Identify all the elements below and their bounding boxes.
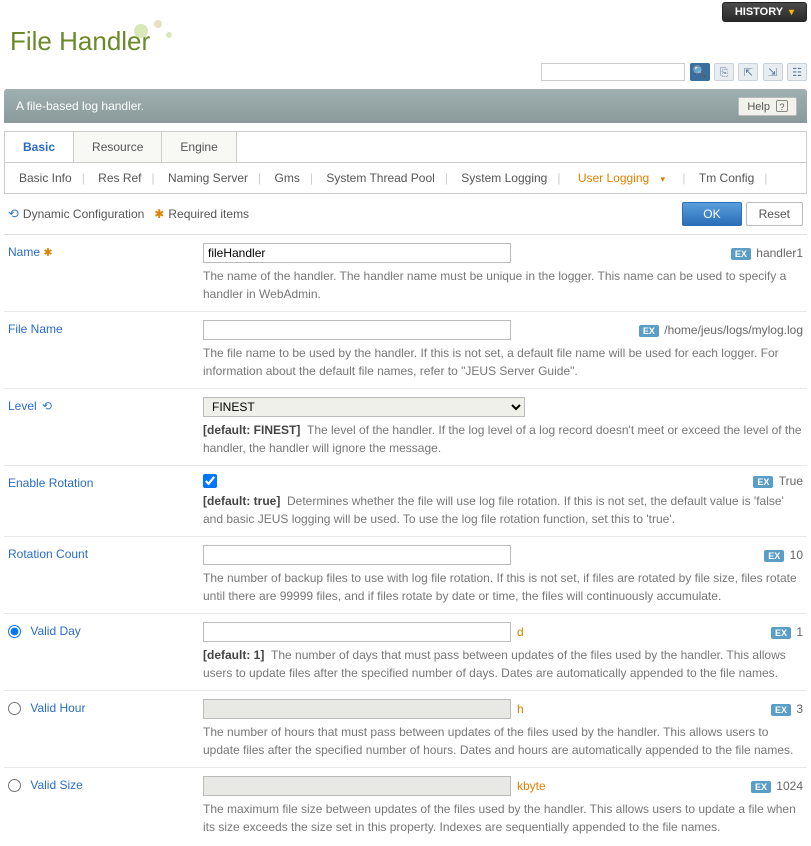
valid-size-radio[interactable]	[8, 779, 21, 792]
example-rotation-count: 10	[790, 548, 803, 562]
refresh-icon[interactable]: ⟲	[42, 399, 52, 413]
example-badge: EX	[639, 325, 659, 337]
tab-resource[interactable]: Resource	[74, 132, 162, 162]
file-name-input[interactable]	[203, 320, 511, 340]
level-select[interactable]: FINEST	[203, 397, 525, 417]
example-valid-size: 1024	[776, 779, 803, 793]
valid-hour-radio[interactable]	[8, 702, 21, 715]
required-star-icon: ✱	[43, 247, 52, 259]
desc-valid-day: [default: 1] The number of days that mus…	[203, 646, 803, 682]
example-badge: EX	[771, 627, 791, 639]
history-button[interactable]: HISTORY ▾	[722, 2, 807, 22]
subnav-system-logging[interactable]: System Logging	[457, 171, 551, 185]
export-icon-4[interactable]: ☷	[787, 63, 807, 81]
decorative-bubbles	[134, 20, 172, 41]
tab-engine[interactable]: Engine	[162, 132, 236, 162]
example-name: handler1	[756, 246, 803, 260]
example-valid-hour: 3	[796, 702, 803, 716]
label-valid-hour[interactable]: Valid Hour	[8, 699, 203, 759]
valid-day-radio[interactable]	[8, 625, 21, 638]
example-file-name: /home/jeus/logs/mylog.log	[664, 323, 803, 337]
unit-size: kbyte	[517, 779, 546, 793]
sub-nav: Basic Info| Res Ref| Naming Server| Gms|…	[4, 163, 807, 194]
subnav-tm-config[interactable]: Tm Config	[695, 171, 758, 185]
desc-level: [default: FINEST] The level of the handl…	[203, 421, 803, 457]
desc-file-name: The file name to be used by the handler.…	[203, 344, 803, 380]
ok-button[interactable]: OK	[682, 202, 741, 226]
help-button[interactable]: Help ?	[738, 97, 797, 116]
subnav-system-thread-pool[interactable]: System Thread Pool	[322, 171, 439, 185]
rotation-count-input[interactable]	[203, 545, 511, 565]
label-level: Level ⟲	[8, 397, 203, 457]
subnav-gms[interactable]: Gms	[271, 171, 304, 185]
refresh-icon[interactable]: ⟲	[8, 206, 19, 222]
example-valid-day: 1	[796, 625, 803, 639]
export-icon-1[interactable]: ⎘	[714, 63, 734, 81]
tab-basic[interactable]: Basic	[5, 132, 74, 162]
search-icon[interactable]: 🔍	[690, 63, 710, 81]
unit-hour: h	[517, 702, 524, 716]
label-rotation-count: Rotation Count	[8, 545, 203, 605]
unit-day: d	[517, 625, 524, 639]
label-file-name: File Name	[8, 320, 203, 380]
subnav-naming-server[interactable]: Naming Server	[164, 171, 252, 185]
example-rotation: True	[779, 474, 803, 488]
subnav-basic-info[interactable]: Basic Info	[15, 171, 76, 185]
export-icon-3[interactable]: ⇲	[763, 63, 783, 81]
label-valid-day[interactable]: Valid Day	[8, 622, 203, 682]
example-badge: EX	[764, 550, 784, 562]
valid-day-input[interactable]	[203, 622, 511, 642]
example-badge: EX	[751, 781, 771, 793]
description-bar: A file-based log handler. Help ?	[4, 89, 807, 123]
name-input[interactable]	[203, 243, 511, 263]
example-badge: EX	[771, 704, 791, 716]
valid-hour-input[interactable]	[203, 699, 511, 719]
history-label: HISTORY	[735, 6, 783, 18]
desc-name: The name of the handler. The handler nam…	[203, 267, 803, 303]
search-input[interactable]	[541, 63, 685, 81]
dynamic-config-label: Dynamic Configuration	[23, 207, 144, 221]
reset-button[interactable]: Reset	[746, 202, 803, 226]
subnav-user-logging[interactable]: User Logging ▾	[570, 171, 677, 185]
export-icon-2[interactable]: ⇱	[738, 63, 758, 81]
help-icon: ?	[776, 100, 788, 112]
subnav-res-ref[interactable]: Res Ref	[94, 171, 145, 185]
label-valid-size[interactable]: Valid Size	[8, 776, 203, 836]
chevron-down-icon: ▾	[657, 174, 670, 184]
example-badge: EX	[731, 248, 751, 260]
required-star-icon: ✱	[154, 207, 164, 221]
label-enable-rotation: Enable Rotation	[8, 474, 203, 528]
valid-size-input[interactable]	[203, 776, 511, 796]
desc-valid-size: The maximum file size between updates of…	[203, 800, 803, 836]
chevron-down-icon: ▾	[789, 7, 794, 18]
desc-enable-rotation: [default: true] Determines whether the f…	[203, 492, 803, 528]
description-text: A file-based log handler.	[16, 99, 144, 113]
required-label: Required items	[168, 207, 249, 221]
label-name: Name ✱	[8, 243, 203, 303]
enable-rotation-checkbox[interactable]	[203, 474, 217, 488]
tab-bar: Basic Resource Engine	[4, 131, 807, 163]
page-title: File Handler	[4, 26, 807, 57]
desc-rotation-count: The number of backup files to use with l…	[203, 569, 803, 605]
example-badge: EX	[753, 476, 773, 488]
